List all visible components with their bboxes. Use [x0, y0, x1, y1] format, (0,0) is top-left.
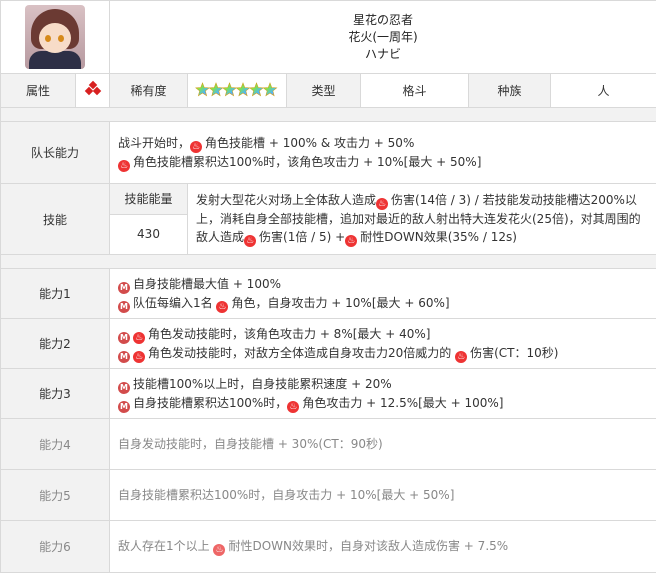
rainbow-star-icon	[208, 81, 224, 96]
skill-label: 技能	[0, 183, 110, 255]
fire-icon: ♨	[213, 544, 226, 556]
race-label: 种族	[468, 73, 551, 108]
m-badge-icon: M	[118, 350, 130, 363]
ability-1-content: M 自身技能槽最大值 + 100% M 队伍每编入1名 ♨ 角色，自身攻击力 + 10…	[108, 268, 656, 319]
skill-energy-value: 430	[137, 227, 160, 241]
ability-4-content: 自身发动技能时，自身技能槽 + 30%(CT：90秒)	[108, 418, 656, 470]
rarity-label: 稀有度	[109, 73, 188, 108]
leader-line-1: 战斗开始时， ♨ 角色技能槽 + 100% & 攻击力 + 50%	[118, 135, 415, 153]
ability-5-label: 能力5	[0, 469, 110, 521]
leader-label: 队长能力	[0, 121, 110, 184]
fire-icon: ♨	[345, 235, 358, 247]
rainbow-star-icon	[249, 81, 264, 96]
spacer-row	[0, 107, 656, 122]
fire-icon: ♨	[455, 350, 468, 363]
rainbow-star-icon	[195, 81, 278, 96]
fire-icon: ♨	[376, 198, 389, 210]
fire-icon: ♨	[216, 300, 229, 313]
ability-6-content: 敌人存在1个以上 ♨ 耐性DOWN效果时，自身对该敌人造成伤害 + 7.5%	[108, 520, 656, 573]
name-jp: 星花の忍者	[353, 12, 414, 27]
race-value: 人	[549, 73, 656, 108]
ability-4-label: 能力4	[0, 418, 110, 470]
attr-label: 属性	[0, 73, 76, 108]
rainbow-star-icon	[222, 81, 237, 96]
ability-1-label: 能力1	[0, 268, 110, 319]
skill-energy-cell: 技能能量 430	[109, 183, 188, 255]
fire-icon: ♨	[133, 350, 145, 363]
fire-icon: ♨	[190, 140, 203, 153]
fire-icon: ♨	[118, 159, 130, 172]
character-table: 星花の忍者 花火(一周年) ハナビ 属性 稀有度 类型 格斗 种族 人 队长能力…	[0, 0, 656, 573]
fire-icon: ♨	[133, 331, 145, 344]
rainbow-star-icon	[262, 81, 278, 96]
ability-2-content: M ♨ 角色发动技能时，该角色攻击力 + 8%[最大 + 40%] M ♨ 角色发动技能…	[108, 318, 656, 369]
rainbow-star-icon	[235, 81, 251, 96]
leader-line-2: ♨ 角色技能槽累积达100%时，该角色攻击力 + 10%[最大 + 50%]	[118, 154, 482, 172]
character-name-cell: 星花の忍者 花火(一周年) ハナビ	[108, 0, 656, 74]
ability-3-content: M 技能槽100%以上时，自身技能累积速度 + 20% M 自身技能槽累积达100%…	[108, 368, 656, 419]
ability-5-content: 自身技能槽累积达100%时，自身攻击力 + 10%[最大 + 50%]	[108, 469, 656, 521]
fire-icon: ♨	[244, 235, 257, 247]
type-value: 格斗	[360, 73, 469, 108]
character-avatar	[25, 5, 85, 69]
name-kana: ハナビ	[365, 46, 402, 61]
ability-2-label: 能力2	[0, 318, 110, 369]
type-label: 类型	[286, 73, 361, 108]
m-badge-icon: M	[118, 381, 130, 394]
skill-description: 发射大型花火对场上全体敌人造成 ♨ 伤害(14倍 / 3) / 若技能发动技能槽达2…	[186, 183, 656, 255]
rainbow-star-icon	[195, 81, 210, 96]
skill-energy-label: 技能能量	[110, 184, 187, 215]
character-portrait-cell	[0, 0, 110, 74]
spacer-row	[0, 254, 656, 269]
m-badge-icon: M	[118, 400, 130, 413]
leader-content: 战斗开始时， ♨ 角色技能槽 + 100% & 攻击力 + 50% ♨ 角色技能槽累积…	[108, 121, 656, 184]
attr-value	[75, 73, 110, 108]
triple-diamond-icon	[84, 80, 101, 96]
m-badge-icon: M	[118, 331, 130, 344]
name-title: 花火(一周年)	[348, 29, 418, 44]
fire-icon: ♨	[287, 400, 300, 413]
ability-6-label: 能力6	[0, 520, 110, 573]
m-badge-icon: M	[118, 300, 130, 313]
rarity-stars	[187, 73, 287, 108]
m-badge-icon: M	[118, 281, 130, 294]
ability-3-label: 能力3	[0, 368, 110, 419]
